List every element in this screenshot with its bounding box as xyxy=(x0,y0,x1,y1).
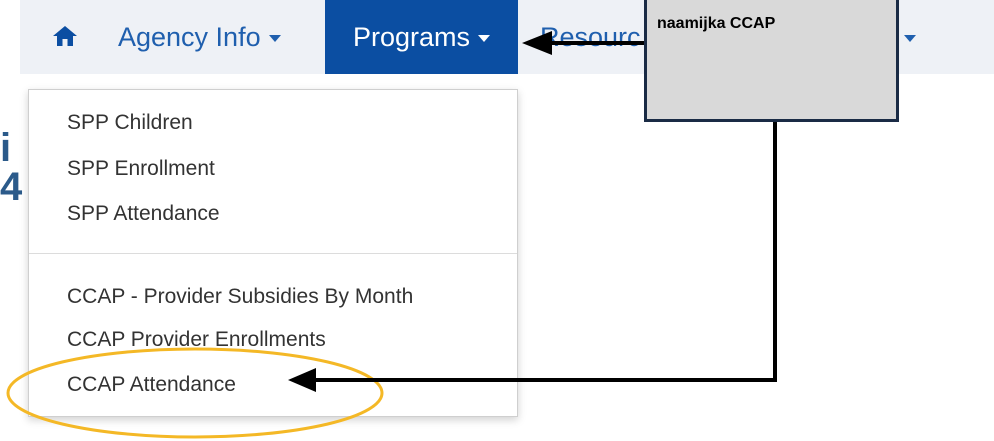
annotation-overlay xyxy=(6,31,777,439)
arrow-to-ccap-attendance-line xyxy=(312,122,777,382)
highlight-circle xyxy=(6,347,384,439)
arrow-to-programs-head xyxy=(522,31,552,55)
arrow-to-ccap-attendance-head xyxy=(288,368,316,392)
